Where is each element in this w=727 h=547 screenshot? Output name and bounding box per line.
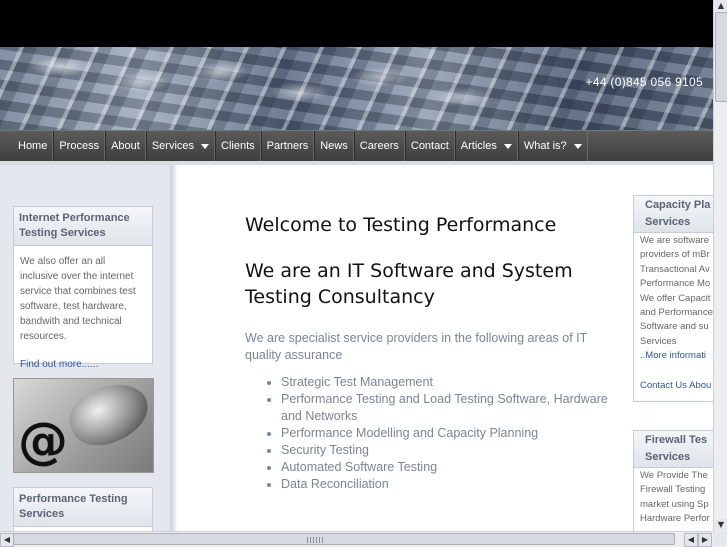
right-box-line: We offer Capacit [640, 292, 711, 304]
nav-item-partners[interactable]: Partners [260, 131, 315, 161]
horizontal-scrollbar[interactable]: ◀ ◀ ▶ [0, 531, 713, 547]
nav-label: News [320, 140, 348, 152]
nav-label: About [111, 140, 140, 152]
nav-item-contact[interactable]: Contact [404, 131, 455, 161]
internet-performance-body: We also offer an all inclusive over the … [14, 246, 152, 380]
browser-viewport: +44 (0)845 056 9105 Home Process About Serv… [0, 0, 713, 531]
capacity-planning-title: Capacity Pla Services [634, 196, 713, 233]
find-out-more-link[interactable]: Find out more...... [20, 357, 146, 372]
sidebar-shadow [170, 165, 178, 531]
right-box-line: and Performance [640, 307, 713, 319]
contact-us-link[interactable]: Contact Us Abou [640, 379, 713, 393]
intro-text: We are specialist service providers in t… [245, 331, 588, 362]
scroll-grip-icon [307, 537, 325, 543]
right-box-line: Hardware Perfor [640, 513, 710, 525]
right-box-line: Transactional Av [640, 263, 710, 275]
firewall-testing-title: Firewall Tes Services [634, 431, 713, 468]
keyboard-image [0, 47, 560, 130]
header-banner: +44 (0)845 056 9105 [0, 47, 713, 130]
chevron-down-icon [201, 143, 210, 149]
capacity-planning-box: Capacity Pla Services We are software pro… [633, 195, 713, 402]
nav-item-careers[interactable]: Careers [353, 131, 405, 161]
right-box-line: Software and su [640, 321, 709, 333]
chevron-down-icon [503, 143, 512, 149]
at-sign-icon: @ [18, 412, 68, 470]
nav-item-what-is[interactable]: What is? [517, 131, 588, 161]
internet-performance-box: Internet Performance Testing Services We… [13, 206, 153, 370]
right-box-line: We are software [640, 235, 709, 246]
firewall-title-line: Firewall Tes [645, 434, 708, 446]
more-information-link[interactable]: ..More informati [640, 349, 713, 363]
performance-testing-title: Performance Testing Services [14, 488, 152, 527]
scroll-down-icon[interactable]: ▼ [715, 519, 727, 530]
nav-label: Contact [410, 140, 449, 152]
computer-mouse-icon [61, 379, 153, 457]
nav-item-home[interactable]: Home [13, 131, 54, 161]
firewall-testing-body: We Provide The Firewall Testing market usi… [634, 468, 713, 527]
nav-item-about[interactable]: About [105, 131, 146, 161]
right-box-line: Firewall Testing [640, 484, 706, 496]
service-item: Strategic Test Management [281, 374, 615, 391]
right-column: Capacity Pla Services We are software pro… [633, 195, 713, 531]
scrollbar-corner [713, 531, 727, 545]
nav-label: What is? [523, 140, 567, 152]
service-item: Automated Software Testing [281, 459, 615, 476]
consultancy-heading: We are an IT Software and System Testing… [245, 260, 573, 308]
capacity-planning-body: We are software providers of mBr Transacti… [634, 233, 713, 393]
nav-label: Partners [266, 140, 309, 152]
service-item: Performance Testing and Load Testing Sof… [281, 391, 615, 425]
top-black-bar [0, 0, 713, 47]
services-list: Strategic Test ManagementPerformance Tes… [245, 374, 615, 493]
right-box-line: Performance Mo [640, 278, 711, 290]
main-content: Welcome to Testing Performance We are an… [245, 212, 615, 493]
service-item: Data Reconciliation [281, 476, 615, 493]
right-box-line: We Provide The [640, 470, 708, 481]
nav-item-articles[interactable]: Articles [454, 131, 518, 161]
phone-number: +44 (0)845 056 9105 [585, 75, 703, 89]
nav-item-news[interactable]: News [314, 131, 354, 161]
right-box-line: market using Sp [640, 498, 709, 510]
internet-performance-title: Internet Performance Testing Services [14, 207, 152, 246]
main-navigation: Home Process About Services Clients Partners N… [0, 130, 713, 161]
firewall-title-line: Services [645, 451, 691, 463]
vertical-scrollbar[interactable]: ▲ ▼ [713, 0, 727, 531]
horizontal-scroll-thumb[interactable] [13, 533, 675, 545]
nav-item-clients[interactable]: Clients [215, 131, 261, 161]
scroll-up-icon[interactable]: ▲ [715, 0, 727, 11]
nav-label: Clients [221, 140, 255, 152]
nav-label: Services [151, 140, 195, 152]
vertical-scroll-thumb[interactable] [715, 12, 727, 102]
right-box-line: providers of mBr [640, 249, 710, 261]
service-item: Security Testing [281, 442, 615, 459]
right-box-line: Services [640, 335, 677, 347]
nav-item-process[interactable]: Process [53, 131, 106, 161]
capacity-title-line: Capacity Pla [645, 199, 711, 211]
performance-testing-box: Performance Testing Services [13, 487, 153, 531]
nav-item-services[interactable]: Services [145, 131, 216, 161]
service-item: Performance Modelling and Capacity Plann… [281, 425, 615, 442]
internet-performance-text: We also offer an all inclusive over the … [20, 256, 136, 342]
nav-label: Home [18, 140, 48, 152]
welcome-heading: Welcome to Testing Performance [245, 214, 557, 236]
chevron-down-icon [573, 143, 582, 149]
firewall-testing-box: Firewall Tes Services We Provide The Fire… [633, 430, 713, 531]
nav-label: Articles [460, 140, 497, 152]
capacity-title-line: Services [645, 216, 691, 228]
nav-label: Careers [359, 140, 399, 152]
mouse-at-image: @ [13, 378, 154, 473]
nav-label: Process [59, 140, 100, 152]
